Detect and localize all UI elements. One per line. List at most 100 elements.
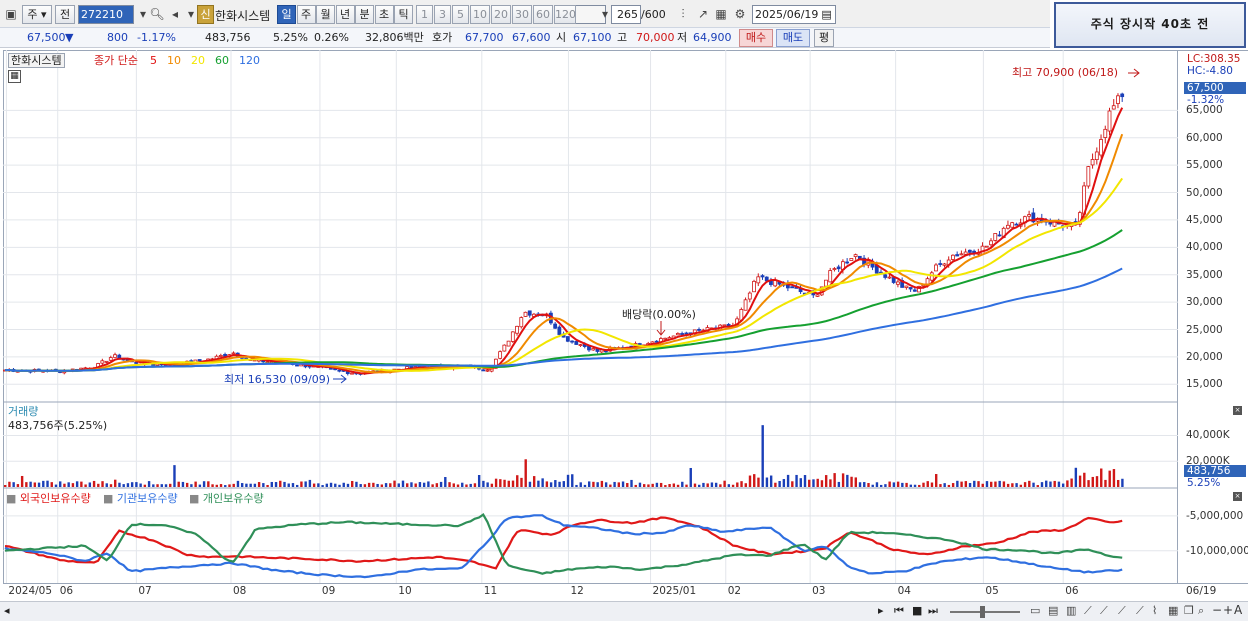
copy-icon[interactable]: ❐	[1184, 604, 1194, 617]
volume-bar	[520, 477, 523, 487]
candle-type-icon[interactable]: ⫶	[674, 5, 692, 24]
volume-bar	[626, 483, 629, 487]
layout-icon[interactable]: ▤	[1048, 604, 1058, 617]
draw-icon[interactable]: ⟋	[1136, 604, 1144, 618]
volume-bar	[88, 482, 92, 487]
candle-body	[104, 360, 109, 363]
calendar-icon[interactable]: ▤	[821, 8, 831, 21]
period-button-4[interactable]: 분	[355, 5, 374, 24]
interval-button-2[interactable]: 5	[452, 5, 469, 24]
period-button-1[interactable]: 주	[296, 5, 316, 24]
zoom-in-icon[interactable]: +	[1223, 603, 1233, 617]
window-menu-icon[interactable]: ▣	[2, 5, 20, 24]
interval-button-4[interactable]: 20	[491, 5, 511, 24]
volume-bar	[1091, 476, 1094, 487]
stop-icon[interactable]: ■	[912, 604, 922, 617]
candle-body	[134, 361, 139, 364]
volume-bar	[80, 481, 83, 487]
save-icon[interactable]: ▦	[712, 5, 730, 24]
volume-bar	[1011, 483, 1014, 487]
volume-bar	[719, 484, 722, 487]
volume-bar	[59, 481, 62, 487]
period-button-2[interactable]: 월	[316, 5, 335, 24]
legend-ma-label: 120	[239, 54, 260, 67]
volume-bar	[240, 483, 244, 487]
volume-bar	[431, 484, 434, 487]
volume-bar	[444, 477, 447, 487]
volume-bar	[389, 483, 392, 487]
buy-button[interactable]: 매수	[739, 29, 773, 47]
prev-button[interactable]: 전	[55, 5, 75, 24]
candle-body	[684, 332, 689, 335]
dividend-annotation: 배당락(0.00%)	[622, 308, 696, 321]
search-icon[interactable]: 🔍︎	[148, 5, 166, 24]
interval-button-6[interactable]: 60	[533, 5, 553, 24]
volume-bar	[854, 477, 857, 487]
interval-button-3[interactable]: 10	[470, 5, 490, 24]
interval-button-5[interactable]: 30	[512, 5, 532, 24]
draw-tool-icon[interactable]: ↗	[694, 5, 712, 24]
table-toggle-icon[interactable]: ▦	[8, 70, 21, 83]
volume-bar	[380, 484, 384, 487]
period-button-3[interactable]: 년	[335, 5, 355, 24]
scroll-left-icon[interactable]: ◂	[4, 604, 10, 617]
draw-icon[interactable]: ⌇	[1152, 604, 1157, 617]
volume-bar	[621, 481, 625, 487]
zoom-slider-handle[interactable]	[980, 606, 985, 618]
volume-bar	[67, 482, 70, 487]
volume-bar	[486, 482, 489, 487]
font-size-icon[interactable]: A	[1234, 603, 1242, 617]
zoom-slider[interactable]	[950, 611, 1020, 613]
draw-icon[interactable]: ⟋	[1118, 604, 1126, 618]
period-button-5[interactable]: 초	[374, 5, 394, 24]
volume-bar	[558, 481, 561, 487]
legend-ma-5: 5	[150, 54, 157, 67]
volume-pct-tag: 5.25%	[1187, 477, 1221, 489]
period-button-0[interactable]: 일	[277, 5, 296, 24]
forward-icon[interactable]: ⏭	[928, 604, 938, 618]
volume-bar	[765, 477, 769, 487]
volume-bar	[109, 484, 113, 487]
volume-bar	[951, 483, 955, 487]
settings-icon[interactable]: ⚙	[731, 5, 749, 24]
grid-icon[interactable]: ▦	[1168, 604, 1178, 617]
candle-body	[1014, 223, 1019, 226]
interval-button-7[interactable]: 120	[554, 5, 576, 24]
volume-bar	[135, 482, 138, 487]
date-input[interactable]: 2025/06/19 ▤	[752, 5, 836, 24]
scroll-bar[interactable]: ◂ ▸ ⏮ ■ ⏭ ▭ ▤ ▥ ⟋ ⟋ ⟋ ⟋ ⌇ ▦ ❐ ⌕ − + A	[0, 601, 1248, 621]
layout-icon[interactable]: ▥	[1066, 604, 1076, 617]
search-icon[interactable]: ⌕	[1198, 604, 1204, 618]
turnover-ratio: 0.26%	[314, 31, 349, 44]
volume-bar	[8, 481, 11, 487]
code-input[interactable]: 272210	[78, 5, 134, 24]
eval-button[interactable]: 평	[814, 29, 834, 47]
candle-body	[557, 326, 562, 335]
sell-button[interactable]: 매도	[776, 29, 810, 47]
candle-body	[849, 258, 854, 261]
open-price: 67,100	[573, 31, 612, 44]
interval-button-1[interactable]: 3	[434, 5, 451, 24]
low-annotation: 최저 16,530 (09/09)	[224, 373, 331, 386]
volume-bar	[1100, 468, 1103, 487]
volume-bar	[1104, 479, 1107, 487]
period-button-6[interactable]: 틱	[394, 5, 413, 24]
close-panel-icon[interactable]: ×	[1233, 492, 1242, 501]
volume-bar	[1095, 476, 1099, 487]
scroll-right-icon[interactable]: ▸	[878, 604, 884, 617]
zoom-out-icon[interactable]: −	[1212, 603, 1222, 617]
market-type-select[interactable]: 주 ▾	[22, 5, 52, 24]
close-panel-icon[interactable]: ×	[1233, 406, 1242, 415]
draw-icon[interactable]: ⟋	[1100, 604, 1108, 618]
volume-bar	[63, 483, 66, 487]
price-tick: 15,000	[1186, 378, 1223, 391]
volume-bar	[676, 484, 680, 487]
interval-button-0[interactable]: 1	[416, 5, 433, 24]
volume-bar	[799, 478, 802, 487]
legend-stock-name[interactable]: 한화시스템	[8, 53, 65, 68]
layout-icon[interactable]: ▭	[1030, 604, 1040, 617]
draw-icon[interactable]: ⟋	[1084, 604, 1092, 618]
rewind-icon[interactable]: ⏮	[894, 604, 904, 618]
count-input[interactable]: 265	[611, 5, 641, 24]
chart-canvas[interactable]	[3, 50, 1178, 583]
